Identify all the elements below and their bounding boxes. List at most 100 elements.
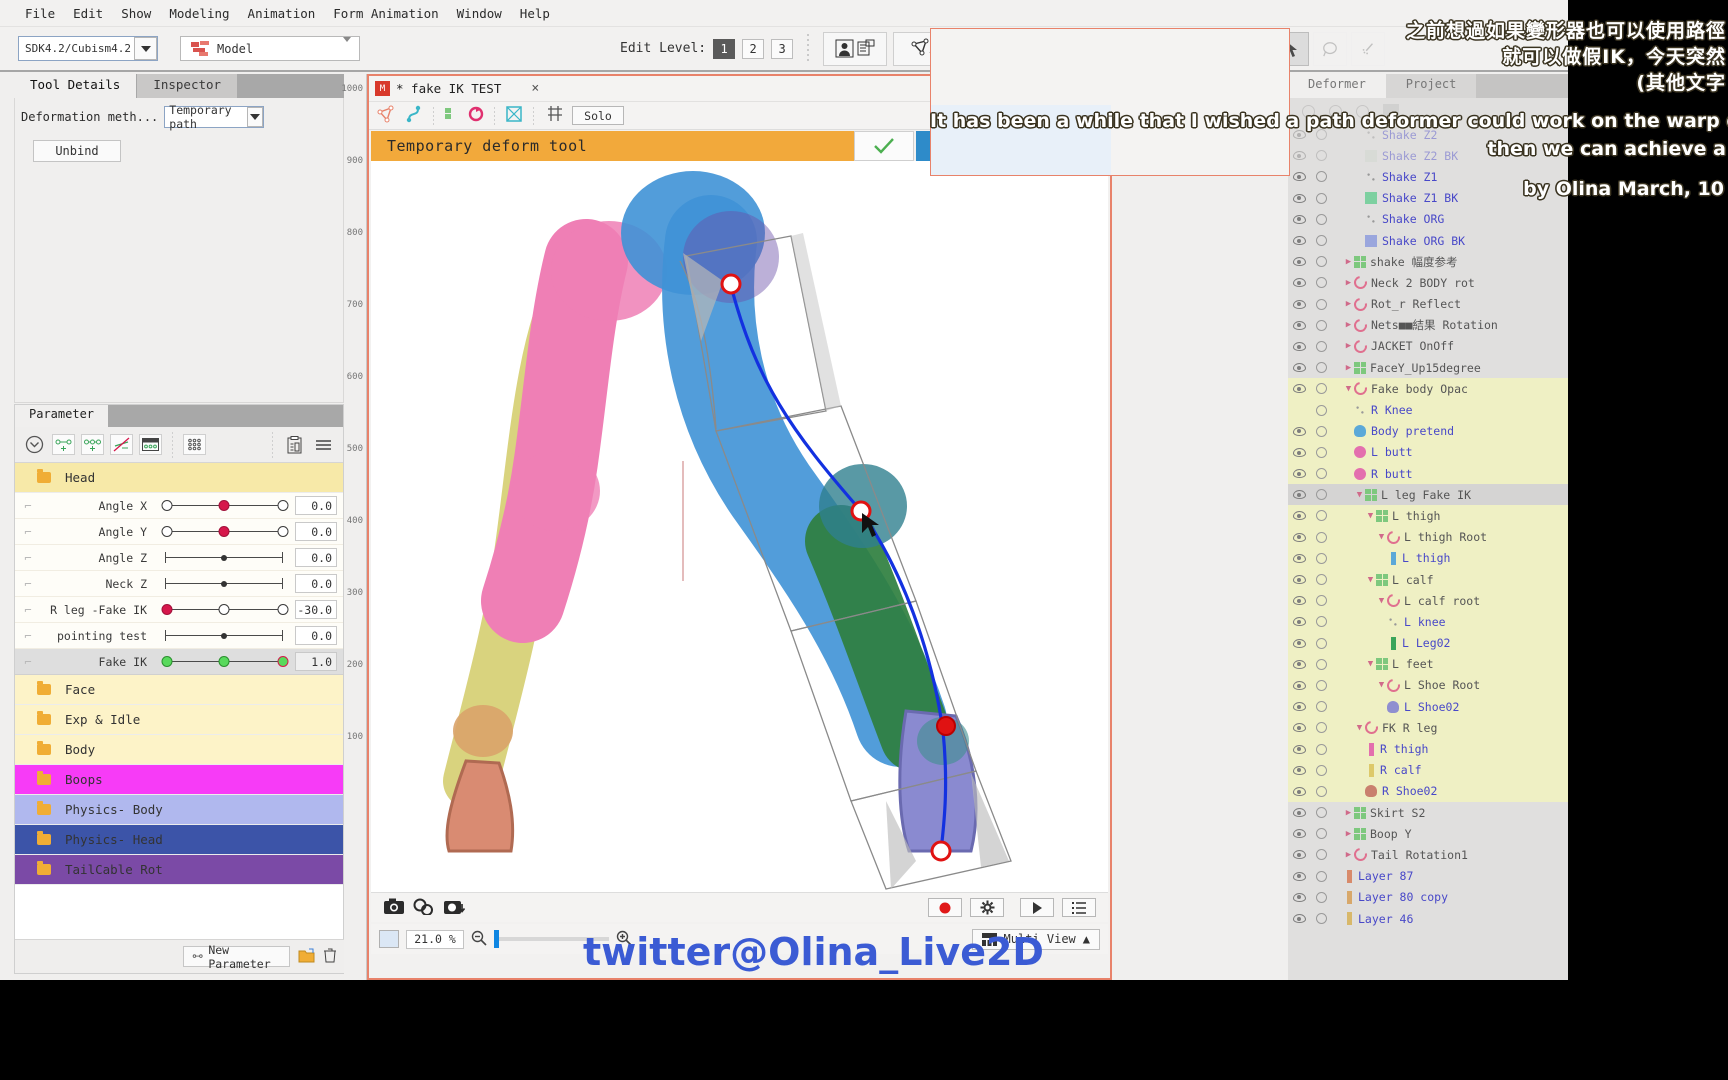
solo-button[interactable]: Solo — [572, 106, 624, 125]
deformer-tree-node[interactable]: ▶ Nets■■結果 Rotation — [1288, 315, 1568, 336]
deformer-tree-node[interactable]: ▼ L thigh Root — [1288, 526, 1568, 548]
hamburger-menu-icon[interactable] — [312, 434, 335, 455]
chevron-right-icon[interactable]: ▶ — [1343, 829, 1354, 839]
tab-deformer[interactable]: Deformer — [1288, 74, 1386, 98]
menu-form-animation[interactable]: Form Animation — [324, 4, 447, 23]
add-2-keyform-icon[interactable] — [52, 434, 75, 455]
parameter-slider[interactable] — [161, 571, 287, 597]
eye-icon[interactable] — [1288, 151, 1310, 161]
eye-icon[interactable] — [1288, 617, 1310, 627]
eye-icon[interactable] — [1288, 532, 1310, 542]
lock-icon[interactable] — [1310, 828, 1332, 840]
parameter-row[interactable]: ⌐ Neck Z 0.0 — [15, 571, 343, 597]
eye-icon[interactable] — [1288, 172, 1310, 182]
chevron-down-icon[interactable]: ▼ — [1376, 680, 1387, 690]
lock-icon[interactable] — [1310, 616, 1332, 628]
lock-icon[interactable] — [1310, 256, 1332, 268]
eye-icon[interactable] — [1288, 384, 1310, 394]
deformer-tree-node[interactable]: ▼ L feet — [1288, 653, 1568, 675]
rotation-deformer-icon[interactable] — [468, 106, 484, 125]
deformer-tree-node[interactable]: ▶ Tail Rotation1 — [1288, 844, 1568, 865]
unbind-button[interactable]: Unbind — [33, 140, 121, 162]
tab-parameter[interactable]: Parameter — [15, 405, 109, 427]
eye-icon[interactable] — [1288, 490, 1310, 500]
lock-icon[interactable] — [1310, 807, 1332, 819]
menu-window[interactable]: Window — [448, 4, 511, 23]
eye-icon[interactable] — [1288, 257, 1310, 267]
parameter-slider[interactable] — [161, 597, 289, 623]
parameter-row[interactable]: ⌐ Angle Y 0.0 — [15, 519, 343, 545]
parameter-group[interactable]: Boops — [15, 765, 343, 795]
deformer-tree-node[interactable]: Layer 87 — [1288, 866, 1568, 887]
confirm-deform-button[interactable] — [854, 131, 914, 161]
menu-file[interactable]: File — [16, 4, 64, 23]
lock-icon[interactable] — [1310, 468, 1332, 480]
delete-keyform-icon[interactable] — [110, 434, 133, 455]
keyform-toggle-icon[interactable]: ⌐ — [15, 577, 41, 591]
lock-icon[interactable] — [1310, 404, 1332, 416]
chevron-right-icon[interactable]: ▶ — [1343, 320, 1354, 330]
parameter-group[interactable]: TailCable Rot — [15, 855, 343, 885]
parameter-value[interactable]: 0.0 — [295, 626, 337, 645]
lock-icon[interactable] — [1310, 552, 1332, 564]
deformer-tree-node[interactable]: ▼ L Shoe Root — [1288, 674, 1568, 697]
eye-icon[interactable] — [1288, 363, 1310, 373]
model-select[interactable]: Model — [180, 36, 360, 61]
parameter-slider[interactable] — [161, 623, 287, 649]
settings-button[interactable] — [970, 898, 1004, 917]
lock-icon[interactable] — [1310, 764, 1332, 776]
parameter-group[interactable]: Head — [15, 463, 343, 493]
clipboard-icon[interactable] — [283, 434, 306, 455]
brush-tool-button[interactable] — [1351, 31, 1386, 66]
deformer-tree-node[interactable]: R thigh — [1288, 738, 1568, 760]
parameter-row[interactable]: ⌐ Angle Z 0.0 — [15, 545, 343, 571]
lock-icon[interactable] — [1310, 574, 1332, 586]
parameter-slider[interactable] — [161, 493, 289, 519]
lock-icon[interactable] — [1310, 235, 1332, 247]
mesh-display-icon[interactable] — [377, 105, 399, 126]
eye-icon[interactable] — [1288, 575, 1310, 585]
chevron-right-icon[interactable]: ▶ — [1343, 341, 1354, 351]
lock-icon[interactable] — [1310, 785, 1332, 797]
lock-icon[interactable] — [1310, 213, 1332, 225]
keyform-toggle-icon[interactable]: ⌐ — [15, 603, 41, 617]
eye-icon[interactable] — [1288, 299, 1310, 309]
deformer-tree-node[interactable]: ▶ FaceY_Up15degree — [1288, 357, 1568, 378]
eye-icon[interactable] — [1288, 447, 1310, 457]
menu-modeling[interactable]: Modeling — [160, 4, 238, 23]
parameter-row[interactable]: ⌐ pointing test 0.0 — [15, 623, 343, 649]
lock-icon[interactable] — [1310, 743, 1332, 755]
chevron-right-icon[interactable]: ▶ — [1343, 257, 1354, 267]
lock-icon[interactable] — [1310, 870, 1332, 882]
keyform-grid-icon[interactable] — [183, 434, 206, 455]
parameter-value[interactable]: 0.0 — [295, 496, 337, 515]
parameter-group[interactable]: Physics- Body — [15, 795, 343, 825]
deformer-tree-node[interactable]: R Shoe02 — [1288, 780, 1568, 802]
menu-help[interactable]: Help — [511, 4, 559, 23]
chevron-right-icon[interactable]: ▶ — [1343, 850, 1354, 860]
parameter-slider[interactable] — [161, 519, 289, 545]
eye-icon[interactable] — [1288, 786, 1310, 796]
eye-icon[interactable] — [1288, 511, 1310, 521]
deformer-tree-node[interactable]: ▼ L leg Fake IK — [1288, 484, 1568, 506]
eye-icon[interactable] — [1288, 320, 1310, 330]
path-display-icon[interactable] — [405, 105, 423, 126]
keyform-toggle-icon[interactable]: ⌐ — [15, 499, 41, 513]
deformer-tree-node[interactable]: Layer 46 — [1288, 908, 1568, 929]
chevron-down-icon[interactable]: ▼ — [1376, 532, 1387, 542]
warp-deformer-icon[interactable] — [444, 106, 462, 125]
deformer-tree-node[interactable]: ▼ Fake body Opac — [1288, 378, 1568, 400]
chevron-down-icon[interactable]: ▼ — [1343, 384, 1354, 394]
eye-icon[interactable] — [1288, 553, 1310, 563]
close-icon[interactable]: × — [531, 81, 539, 96]
deformer-tree-node[interactable]: ▶ Rot_r Reflect — [1288, 294, 1568, 315]
parameter-row[interactable]: ⌐ R leg -Fake IK -30.0 — [15, 597, 343, 623]
eye-icon[interactable] — [1288, 236, 1310, 246]
deformer-tree-node[interactable]: Shake ORG — [1288, 209, 1568, 230]
lock-icon[interactable] — [1310, 701, 1332, 713]
parameter-value[interactable]: -30.0 — [295, 600, 337, 619]
lock-icon[interactable] — [1310, 595, 1332, 607]
lock-icon[interactable] — [1310, 531, 1332, 543]
lock-icon[interactable] — [1310, 298, 1332, 310]
delete-parameter-icon[interactable] — [323, 947, 337, 966]
